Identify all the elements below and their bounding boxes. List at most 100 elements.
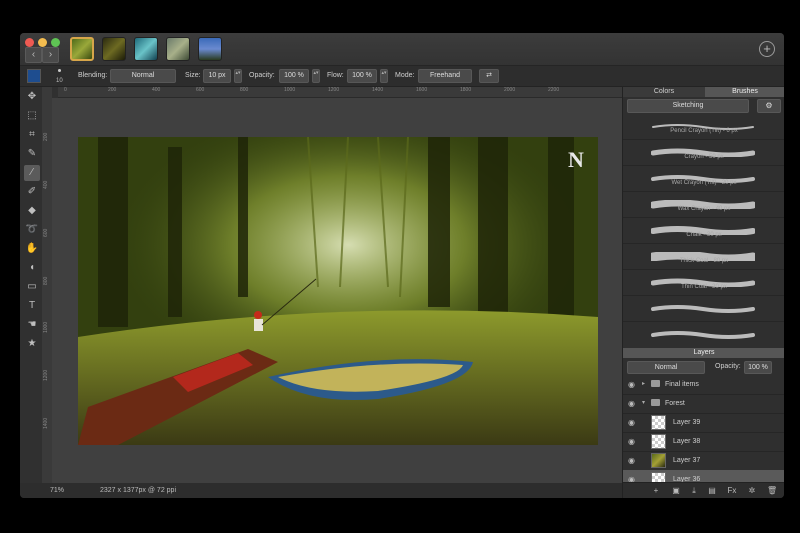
visibility-eye-icon[interactable]: ◉	[628, 380, 635, 389]
document-thumbnail-teal[interactable]	[134, 37, 158, 61]
layer-row[interactable]: ◉ Layer 39	[623, 413, 784, 433]
mode-select[interactable]: Freehand	[418, 69, 472, 83]
import-icon[interactable]: ⤓	[689, 486, 699, 496]
brush-stroke-preview	[649, 196, 757, 211]
visibility-eye-icon[interactable]: ◉	[628, 418, 635, 427]
blending-select[interactable]: Normal	[110, 69, 176, 83]
new-document-button[interactable]: +	[759, 41, 775, 57]
lasso-tool-icon[interactable]: ➰	[24, 222, 40, 238]
brush-item[interactable]: Crayon - 50 px	[623, 140, 784, 166]
brush-name: Crayon - 50 px	[684, 154, 724, 160]
symmetry-toggle-icon[interactable]: ⇄	[479, 69, 499, 83]
add-group-icon[interactable]: ▣	[671, 486, 681, 495]
flow-stepper[interactable]: ▴▾	[380, 69, 388, 83]
current-color-swatch[interactable]	[27, 69, 41, 83]
document-thumbnail-forest[interactable]	[70, 37, 94, 61]
brush-item[interactable]: Pencil Crayon (Tilt) - 6 px	[623, 114, 784, 140]
ruler-tick-label: 200	[43, 132, 49, 141]
document-thumbnail-castle[interactable]	[198, 37, 222, 61]
brush-tool-icon[interactable]: ⁄	[24, 165, 40, 181]
text-tool-icon[interactable]: T	[24, 298, 40, 314]
brush-set-select[interactable]: Sketching	[627, 99, 749, 113]
ruler-tick-label: 2000	[504, 87, 516, 93]
size-field[interactable]: 10 px	[203, 69, 231, 83]
ruler-tick-label: 800	[43, 276, 49, 285]
ruler-tick-label: 1000	[43, 321, 49, 333]
marquee-tool-icon[interactable]: ⬚	[24, 108, 40, 124]
pencil-tool-icon[interactable]: ✐	[24, 184, 40, 200]
panel-tabs: Colors Brushes	[623, 87, 784, 97]
layers-footer: + ▣ ⤓ ▤ Fx ✲ 🗑	[623, 482, 784, 498]
layer-thumbnail	[651, 415, 666, 430]
ruler-tick-label: 1800	[460, 87, 472, 93]
brush-item[interactable]: Wet Crayon (Tilt) - 20 px	[623, 166, 784, 192]
minimize-window-button[interactable]	[38, 38, 47, 47]
hand-tool-icon[interactable]: ☚	[24, 317, 40, 333]
ruler-tick-label: 1000	[284, 87, 296, 93]
ruler-tick-label: 0	[64, 87, 67, 93]
layer-row[interactable]: ◉ Layer 38	[623, 432, 784, 452]
trash-icon[interactable]: 🗑	[767, 486, 777, 495]
favorites-tool-icon[interactable]: ★	[24, 336, 40, 352]
brush-item[interactable]: Chalk - 30 px	[623, 218, 784, 244]
fx-icon[interactable]: Fx	[727, 486, 737, 495]
mask-icon[interactable]: ▤	[707, 486, 717, 495]
disclosure-chevron-icon[interactable]: ▸	[642, 380, 645, 387]
flow-field[interactable]: 100 %	[347, 69, 377, 83]
move-tool-icon[interactable]: ✥	[24, 89, 40, 105]
brush-stroke-preview	[650, 274, 756, 288]
document-thumbnail-figure[interactable]	[166, 37, 190, 61]
disclosure-chevron-icon[interactable]: ▾	[642, 399, 645, 406]
blending-label: Blending:	[78, 72, 108, 79]
tab-brushes[interactable]: Brushes	[705, 87, 784, 97]
artwork-canvas[interactable]: N	[78, 137, 598, 445]
forward-button[interactable]: ›	[42, 47, 59, 63]
settings-icon[interactable]: ✲	[747, 486, 757, 495]
gear-icon[interactable]: ⚙	[757, 99, 781, 113]
tab-colors[interactable]: Colors	[623, 87, 705, 97]
ruler-tick-label: 1400	[43, 417, 49, 429]
brush-stroke-preview	[650, 222, 756, 236]
zoom-level[interactable]: 71%	[50, 487, 64, 494]
layer-group-row[interactable]: ◉ ▸ Final items	[623, 375, 784, 395]
crop-tool-icon[interactable]: ⌗	[24, 127, 40, 143]
layer-blend-mode-select[interactable]: Normal	[627, 361, 705, 374]
brush-item[interactable]: Thin Coal - 20 px	[623, 270, 784, 296]
brush-item[interactable]: Wax Crayon - 40 px	[623, 192, 784, 218]
visibility-eye-icon[interactable]: ◉	[628, 399, 635, 408]
layer-opacity-field[interactable]: 100 %	[744, 361, 772, 374]
folder-icon	[651, 380, 660, 387]
fill-tool-icon[interactable]: ◖	[24, 260, 40, 276]
size-stepper[interactable]: ▴▾	[234, 69, 242, 83]
layer-name: Forest	[665, 400, 685, 407]
brush-item[interactable]: Thick Coal - 80 px	[623, 244, 784, 270]
status-bar: 71% 2327 x 1377px @ 72 ppi	[20, 483, 622, 498]
back-button[interactable]: ‹	[25, 47, 42, 63]
visibility-eye-icon[interactable]: ◉	[628, 456, 635, 465]
layer-group-row[interactable]: ◉ ▾ Forest	[623, 394, 784, 414]
tools-palette: ✥ ⬚ ⌗ ✎ ⁄ ✐ ◆ ➰ ✋ ◖ ▭ T ☚ ★	[20, 87, 42, 483]
ruler-tick-label: 400	[152, 87, 161, 93]
brush-item[interactable]	[623, 322, 784, 347]
layers-panel-title: Layers	[623, 348, 784, 358]
opacity-field[interactable]: 100 %	[279, 69, 309, 83]
brush-name: Thin Coal - 20 px	[681, 284, 727, 290]
visibility-eye-icon[interactable]: ◉	[628, 437, 635, 446]
close-window-button[interactable]	[25, 38, 34, 47]
opacity-stepper[interactable]: ▴▾	[312, 69, 320, 83]
brush-item[interactable]	[623, 296, 784, 322]
zoom-window-button[interactable]	[51, 38, 60, 47]
document-thumbnail-creature[interactable]	[102, 37, 126, 61]
add-layer-icon[interactable]: +	[651, 486, 661, 495]
eyedropper-tool-icon[interactable]: ✎	[24, 146, 40, 162]
gradient-tool-icon[interactable]: ▭	[24, 279, 40, 295]
brush-stroke-preview	[651, 118, 755, 130]
layer-row[interactable]: ◉ Layer 37	[623, 451, 784, 471]
ruler-tick-label: 400	[43, 180, 49, 189]
brush-size-indicator: 10	[56, 78, 63, 84]
brush-stroke-preview	[651, 326, 755, 339]
smudge-tool-icon[interactable]: ✋	[24, 241, 40, 257]
layer-name: Layer 39	[673, 419, 701, 426]
eraser-tool-icon[interactable]: ◆	[24, 203, 40, 219]
tool-options-bar: 10 Blending: Normal Size: 10 px ▴▾ Opaci…	[20, 66, 784, 87]
